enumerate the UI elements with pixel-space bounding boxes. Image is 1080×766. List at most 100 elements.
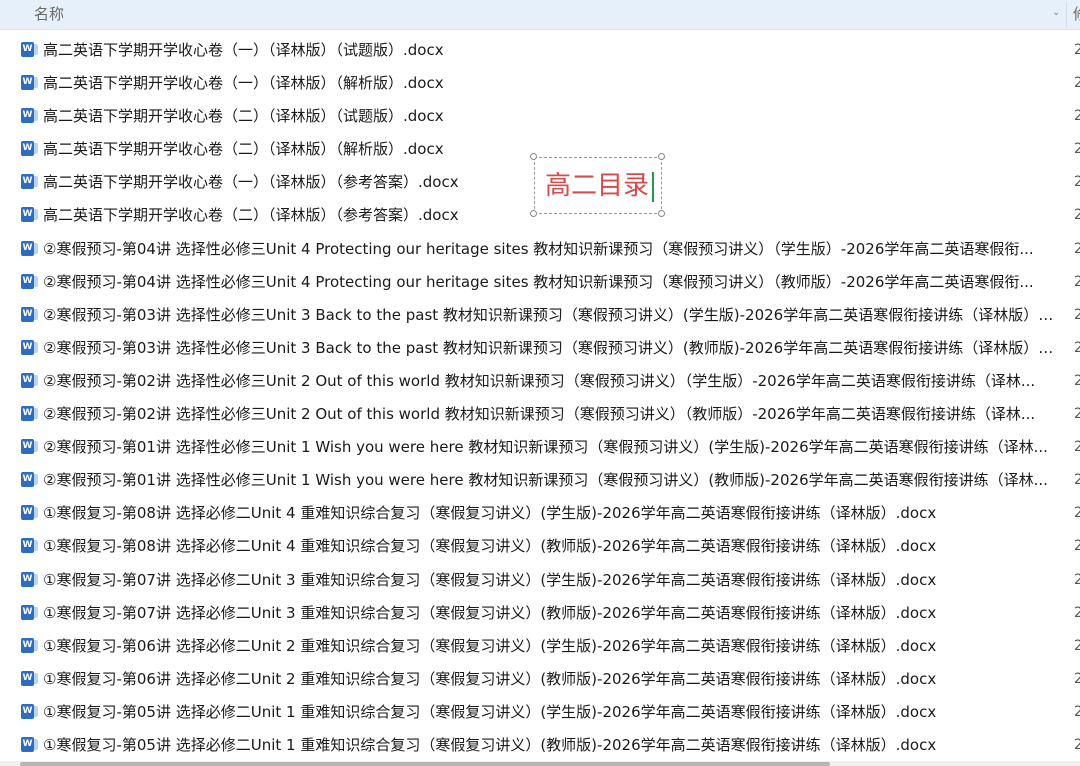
word-document-icon: W: [21, 472, 38, 488]
file-row[interactable]: W 高二英语下学期开学收心卷（一）（译林版）（试题版）.docx 2: [0, 35, 1080, 68]
file-name[interactable]: ②寒假预习-第02讲 选择性必修三Unit 2 Out of this worl…: [43, 371, 1055, 391]
file-modified-cell: 2: [1074, 75, 1080, 92]
file-name[interactable]: ①寒假复习-第05讲 选择必修二Unit 1 重难知识综合复习（寒假复习讲义）(…: [43, 702, 1055, 722]
file-row[interactable]: W 高二英语下学期开学收心卷（二）（译林版）（试题版）.docx 2: [0, 101, 1080, 134]
file-modified-cell: 2: [1074, 108, 1080, 125]
file-modified-cell: 2: [1074, 42, 1080, 58]
file-row[interactable]: W ②寒假预习-第03讲 选择性必修三Unit 3 Back to the pas…: [0, 333, 1080, 366]
file-modified-cell: 2: [1074, 604, 1080, 621]
file-name[interactable]: ①寒假复习-第06讲 选择必修二Unit 2 重难知识综合复习（寒假复习讲义）(…: [43, 636, 1055, 656]
file-modified-cell: 2: [1074, 141, 1080, 158]
file-modified-cell: 2: [1074, 670, 1080, 687]
resize-handle-bottom-right[interactable]: [658, 210, 665, 217]
file-row[interactable]: W 高二英语下学期开学收心卷（二）（译林版）（解析版）.docx 2: [0, 134, 1080, 167]
column-header-name[interactable]: 名称: [34, 5, 64, 23]
word-document-icon: W: [21, 207, 38, 223]
file-row[interactable]: W ①寒假复习-第05讲 选择必修二Unit 1 重难知识综合复习（寒假复习讲义）…: [0, 697, 1080, 730]
word-document-icon: W: [21, 240, 38, 256]
file-modified-cell: 2: [1074, 174, 1080, 191]
file-row[interactable]: W ②寒假预习-第02讲 选择性必修三Unit 2 Out of this wor…: [0, 366, 1080, 399]
word-document-icon: W: [21, 174, 38, 190]
file-row[interactable]: W ①寒假复习-第05讲 选择必修二Unit 1 重难知识综合复习（寒假复习讲义）…: [0, 730, 1080, 763]
file-modified-cell: 2: [1074, 372, 1080, 389]
column-divider[interactable]: [1066, 3, 1067, 27]
file-row[interactable]: W ①寒假复习-第08讲 选择必修二Unit 4 重难知识综合复习（寒假复习讲义）…: [0, 531, 1080, 564]
word-document-icon: W: [21, 571, 38, 587]
file-name[interactable]: 高二英语下学期开学收心卷（一）（译林版）（试题版）.docx: [43, 40, 1055, 60]
file-name[interactable]: ②寒假预习-第03讲 选择性必修三Unit 3 Back to the past…: [43, 305, 1055, 325]
file-modified-cell: 2: [1074, 339, 1080, 356]
file-explorer-window: 名称 ⌃ ⌄ 修 W 高二英语下学期开学收心卷（一）（译林版）（试题版）.docx…: [0, 0, 1080, 766]
file-row[interactable]: W ①寒假复习-第06讲 选择必修二Unit 2 重难知识综合复习（寒假复习讲义）…: [0, 631, 1080, 664]
file-name[interactable]: ①寒假复习-第06讲 选择必修二Unit 2 重难知识综合复习（寒假复习讲义）(…: [43, 669, 1055, 689]
word-document-icon: W: [21, 703, 38, 719]
file-modified-cell: 2: [1074, 505, 1080, 522]
file-name[interactable]: ②寒假预习-第01讲 选择性必修三Unit 1 Wish you were he…: [43, 470, 1055, 490]
file-modified-cell: 2: [1074, 240, 1080, 257]
file-row[interactable]: W ②寒假预习-第04讲 选择性必修三Unit 4 Protecting our …: [0, 234, 1080, 267]
file-modified-cell: 2: [1074, 207, 1080, 224]
word-document-icon: W: [21, 108, 38, 124]
column-header[interactable]: 名称 ⌃ ⌄ 修: [0, 0, 1080, 30]
file-modified-cell: 2: [1074, 571, 1080, 588]
file-name[interactable]: ①寒假复习-第08讲 选择必修二Unit 4 重难知识综合复习（寒假复习讲义）(…: [43, 536, 1055, 556]
chevron-down-icon[interactable]: ⌄: [1052, 7, 1060, 18]
file-name[interactable]: ②寒假预习-第01讲 选择性必修三Unit 1 Wish you were he…: [43, 437, 1055, 457]
file-row[interactable]: W 高二英语下学期开学收心卷（二）（译林版）（参考答案）.docx 2: [0, 200, 1080, 233]
file-modified-cell: 2: [1074, 472, 1080, 489]
file-name[interactable]: 高二英语下学期开学收心卷（二）（译林版）（试题版）.docx: [43, 106, 1055, 126]
word-document-icon: W: [21, 538, 38, 554]
file-name[interactable]: ②寒假预习-第04讲 选择性必修三Unit 4 Protecting our h…: [43, 272, 1055, 292]
file-name[interactable]: ②寒假预习-第03讲 选择性必修三Unit 3 Back to the past…: [43, 338, 1055, 358]
file-modified-cell: 2: [1074, 406, 1080, 423]
word-document-icon: W: [21, 339, 38, 355]
file-row[interactable]: W ②寒假预习-第02讲 选择性必修三Unit 2 Out of this wor…: [0, 399, 1080, 432]
file-row[interactable]: W ①寒假复习-第07讲 选择必修二Unit 3 重难知识综合复习（寒假复习讲义）…: [0, 565, 1080, 598]
file-modified-cell: 2: [1074, 273, 1080, 290]
word-document-icon: W: [21, 736, 38, 752]
file-modified-cell: 2: [1074, 439, 1080, 456]
file-name[interactable]: 高二英语下学期开学收心卷（一）（译林版）（解析版）.docx: [43, 73, 1055, 93]
file-row[interactable]: W ②寒假预习-第01讲 选择性必修三Unit 1 Wish you were h…: [0, 465, 1080, 498]
text-cursor: [652, 172, 654, 202]
file-modified-cell: 2: [1074, 736, 1080, 753]
word-document-icon: W: [21, 505, 38, 521]
resize-handle-bottom-left[interactable]: [530, 210, 537, 217]
column-header-modified[interactable]: 修: [1073, 5, 1080, 23]
file-name[interactable]: ①寒假复习-第05讲 选择必修二Unit 1 重难知识综合复习（寒假复习讲义）(…: [43, 735, 1055, 755]
file-row[interactable]: W ②寒假预习-第01讲 选择性必修三Unit 1 Wish you were h…: [0, 432, 1080, 465]
file-row[interactable]: W ②寒假预习-第04讲 选择性必修三Unit 4 Protecting our …: [0, 267, 1080, 300]
word-document-icon: W: [21, 306, 38, 322]
word-document-icon: W: [21, 141, 38, 157]
text-label-box[interactable]: 高二目录: [534, 157, 662, 214]
file-modified-cell: 2: [1074, 703, 1080, 720]
word-document-icon: W: [21, 75, 38, 91]
file-modified-cell: 2: [1074, 306, 1080, 323]
word-document-icon: W: [21, 406, 38, 422]
word-document-icon: W: [21, 273, 38, 289]
horizontal-scrollbar-thumb[interactable]: [20, 762, 830, 766]
file-name[interactable]: ②寒假预习-第02讲 选择性必修三Unit 2 Out of this worl…: [43, 404, 1055, 424]
word-document-icon: W: [21, 42, 38, 57]
file-name[interactable]: ①寒假复习-第08讲 选择必修二Unit 4 重难知识综合复习（寒假复习讲义）(…: [43, 503, 1055, 523]
sort-caret-icon: ⌃: [541, 0, 549, 4]
file-row[interactable]: W ①寒假复习-第07讲 选择必修二Unit 3 重难知识综合复习（寒假复习讲义）…: [0, 598, 1080, 631]
file-row[interactable]: W 高二英语下学期开学收心卷（一）（译林版）（参考答案）.docx 2: [0, 167, 1080, 200]
word-document-icon: W: [21, 637, 38, 653]
file-modified-cell: 2: [1074, 637, 1080, 654]
word-document-icon: W: [21, 604, 38, 620]
file-name[interactable]: ①寒假复习-第07讲 选择必修二Unit 3 重难知识综合复习（寒假复习讲义）(…: [43, 603, 1055, 623]
file-row[interactable]: W ②寒假预习-第03讲 选择性必修三Unit 3 Back to the pas…: [0, 300, 1080, 333]
file-name[interactable]: ①寒假复习-第07讲 选择必修二Unit 3 重难知识综合复习（寒假复习讲义）(…: [43, 570, 1055, 590]
resize-handle-top-left[interactable]: [530, 153, 537, 160]
file-row[interactable]: W 高二英语下学期开学收心卷（一）（译林版）（解析版）.docx 2: [0, 68, 1080, 101]
file-row[interactable]: W ①寒假复习-第06讲 选择必修二Unit 2 重难知识综合复习（寒假复习讲义）…: [0, 664, 1080, 697]
file-name[interactable]: ②寒假预习-第04讲 选择性必修三Unit 4 Protecting our h…: [43, 239, 1055, 259]
file-modified-cell: 2: [1074, 538, 1080, 555]
word-document-icon: W: [21, 670, 38, 686]
resize-handle-top-right[interactable]: [658, 153, 665, 160]
file-row[interactable]: W ①寒假复习-第08讲 选择必修二Unit 4 重难知识综合复习（寒假复习讲义）…: [0, 498, 1080, 531]
overlay-label-text[interactable]: 高二目录: [545, 170, 649, 202]
file-list: W 高二英语下学期开学收心卷（一）（译林版）（试题版）.docx 2 W 高二英语下学期…: [0, 35, 1080, 763]
word-document-icon: W: [21, 439, 38, 455]
